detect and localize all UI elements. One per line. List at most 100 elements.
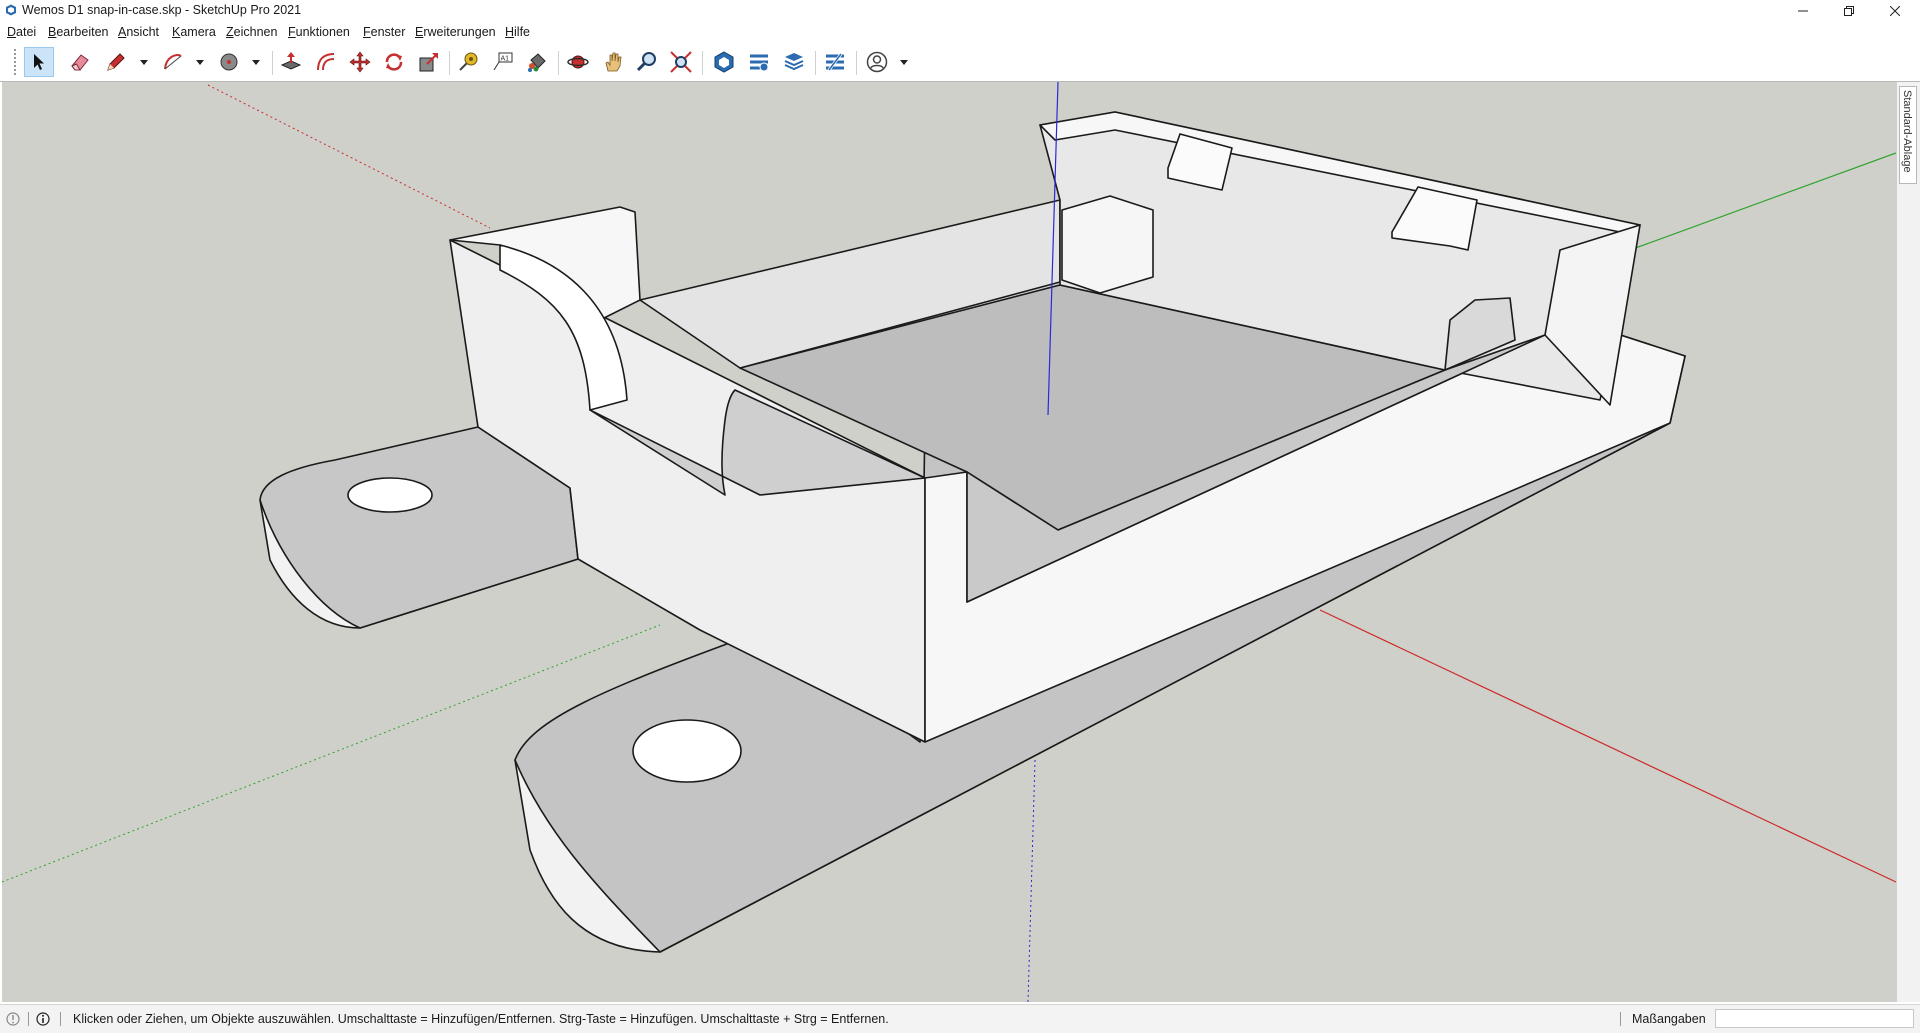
rotate-tool[interactable] xyxy=(379,47,409,77)
extension-warehouse-button[interactable] xyxy=(744,47,774,77)
window-title: Wemos D1 snap-in-case.skp - SketchUp Pro… xyxy=(22,3,302,17)
info-icon[interactable] xyxy=(36,1012,50,1026)
arc-icon xyxy=(164,54,182,70)
rotate-icon xyxy=(385,53,403,71)
toolbar-grip[interactable] xyxy=(14,49,16,75)
line-tool[interactable] xyxy=(101,47,131,77)
minimize-button[interactable] xyxy=(1780,0,1825,22)
paint-bucket-tool[interactable] xyxy=(522,47,552,77)
select-tool[interactable] xyxy=(24,47,54,77)
eraser-tool[interactable] xyxy=(65,47,95,77)
right-ear-hole xyxy=(632,719,742,783)
green-axis xyxy=(1629,152,1896,251)
text-icon: A1 xyxy=(493,52,513,71)
text-tool[interactable]: A1 xyxy=(488,47,518,77)
close-icon xyxy=(1889,6,1900,16)
warehouse-icon xyxy=(714,51,734,73)
left-ear-hole xyxy=(347,477,433,513)
move-tool[interactable] xyxy=(345,47,375,77)
menu-erweiterungen[interactable]: Erweiterungen xyxy=(415,25,496,39)
title-bar: Wemos D1 snap-in-case.skp - SketchUp Pro… xyxy=(0,0,1920,22)
blue-axis-dotted xyxy=(1027,759,1036,1002)
tray-strip xyxy=(1896,82,1920,1002)
model-canvas xyxy=(2,82,1896,1002)
extension-manager-button[interactable] xyxy=(820,47,850,77)
status-separator xyxy=(60,1012,61,1026)
chevron-down-icon xyxy=(196,59,204,65)
menu-ansicht[interactable]: Ansicht xyxy=(118,25,159,39)
user-icon xyxy=(866,51,888,73)
account-dropdown[interactable] xyxy=(899,57,909,67)
arc-tool-dropdown[interactable] xyxy=(195,57,205,67)
main-toolbar: A1 xyxy=(0,43,1920,82)
pan-tool[interactable] xyxy=(598,47,628,77)
svg-text:A1: A1 xyxy=(501,56,510,63)
inner-post xyxy=(1061,195,1154,294)
push-pull-tool[interactable] xyxy=(276,47,306,77)
arc-tool[interactable] xyxy=(158,47,188,77)
status-bar: Klicken oder Ziehen, um Objekte auszuwäh… xyxy=(0,1004,1920,1033)
scale-tool[interactable] xyxy=(414,47,444,77)
paint-bucket-icon xyxy=(528,53,546,72)
offset-icon xyxy=(317,53,335,71)
menu-fenster[interactable]: Fenster xyxy=(363,25,405,39)
menu-datei[interactable]: Datei xyxy=(7,25,36,39)
red-axis xyxy=(1319,609,1896,883)
menu-bearbeiten[interactable]: Bearbeiten xyxy=(48,25,108,39)
layout-icon xyxy=(784,53,804,71)
chevron-down-icon xyxy=(252,59,260,65)
status-separator xyxy=(1620,1012,1621,1026)
offset-tool[interactable] xyxy=(311,47,341,77)
chevron-down-icon xyxy=(900,59,908,65)
push-pull-icon xyxy=(280,52,302,70)
model-viewport[interactable] xyxy=(2,82,1896,1002)
zoom-tool[interactable] xyxy=(632,47,662,77)
toolbar-separator xyxy=(815,51,816,75)
red-axis-dotted xyxy=(207,84,491,229)
restore-button[interactable] xyxy=(1826,0,1871,22)
zoom-extents-tool[interactable] xyxy=(666,47,696,77)
eraser-icon xyxy=(71,54,89,71)
arrow-cursor-icon xyxy=(34,54,44,70)
zoom-extents-icon xyxy=(670,51,692,73)
minimize-icon xyxy=(1797,10,1808,12)
menu-funktionen[interactable]: Funktionen xyxy=(288,25,350,39)
tape-measure-icon xyxy=(459,52,478,71)
default-tray-label[interactable]: Standard-Ablage xyxy=(1901,90,1913,173)
model-case xyxy=(259,111,1686,953)
measurements-label: Maßangaben xyxy=(1632,1012,1706,1026)
orbit-icon xyxy=(567,55,589,69)
pencil-icon xyxy=(107,53,125,71)
move-icon xyxy=(349,51,371,73)
extension-warehouse-icon xyxy=(750,54,769,72)
status-message: Klicken oder Ziehen, um Objekte auszuwäh… xyxy=(73,1012,889,1026)
georeference-icon[interactable] xyxy=(6,1012,20,1026)
scale-icon xyxy=(419,53,438,72)
magnifier-icon xyxy=(636,52,656,72)
sketchup-logo-icon xyxy=(6,4,16,16)
toolbar-separator xyxy=(449,51,450,75)
hand-icon xyxy=(605,52,622,72)
measurements-input[interactable] xyxy=(1715,1009,1914,1028)
3d-warehouse-button[interactable] xyxy=(709,47,739,77)
toolbar-separator xyxy=(558,51,559,75)
menu-kamera[interactable]: Kamera xyxy=(172,25,216,39)
menu-hilfe[interactable]: Hilfe xyxy=(505,25,530,39)
toolbar-separator xyxy=(702,51,703,75)
shape-tool[interactable] xyxy=(214,47,244,77)
close-button[interactable] xyxy=(1872,0,1917,22)
layout-button[interactable] xyxy=(779,47,809,77)
toolbar-separator xyxy=(272,51,273,75)
toolbar-separator xyxy=(856,51,857,75)
status-separator xyxy=(28,1012,29,1026)
tape-measure-tool[interactable] xyxy=(453,47,483,77)
orbit-tool[interactable] xyxy=(563,47,593,77)
account-button[interactable] xyxy=(862,47,892,77)
line-tool-dropdown[interactable] xyxy=(139,57,149,67)
chevron-down-icon xyxy=(140,59,148,65)
circle-icon xyxy=(220,53,238,71)
menu-bar: Datei Bearbeiten Ansicht Kamera Zeichnen… xyxy=(0,22,1920,43)
restore-icon xyxy=(1843,6,1854,16)
shape-tool-dropdown[interactable] xyxy=(251,57,261,67)
menu-zeichnen[interactable]: Zeichnen xyxy=(226,25,277,39)
